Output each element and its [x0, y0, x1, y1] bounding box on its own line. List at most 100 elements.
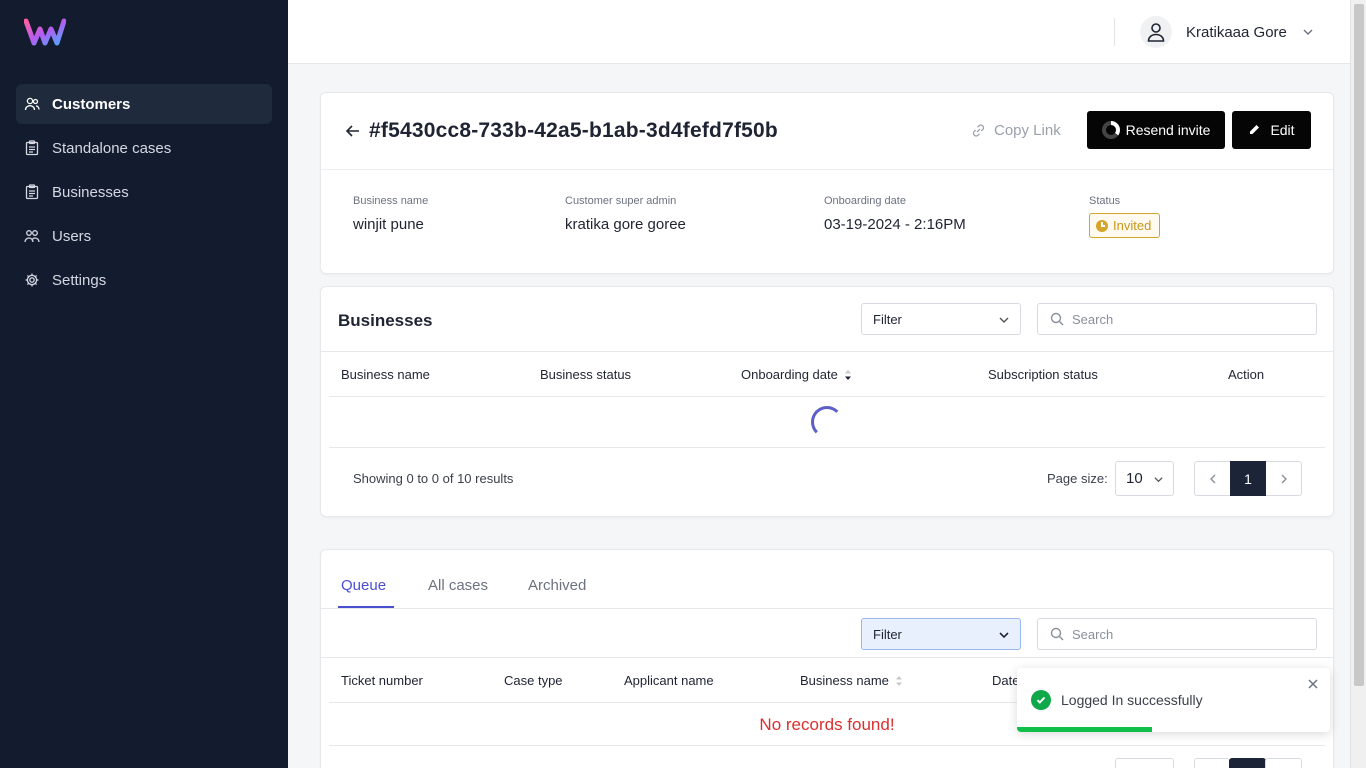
- field-label: Status: [1089, 195, 1121, 207]
- user-name[interactable]: Kratikaaa Gore: [1186, 24, 1287, 41]
- chevron-down-icon: [999, 317, 1009, 323]
- page-size-select[interactable]: 10: [1115, 461, 1174, 496]
- sidebar-item-users[interactable]: Users: [16, 216, 272, 256]
- field-customer-super-admin: Customer super admin kratika gore goree: [565, 195, 686, 233]
- back-arrow-icon[interactable]: [345, 123, 361, 139]
- sidebar-item-standalone-cases[interactable]: Standalone cases: [16, 128, 272, 168]
- page-number-button[interactable]: [1229, 758, 1266, 768]
- column-header-date: Date: [992, 673, 1019, 688]
- sidebar-item-label: Customers: [52, 95, 131, 113]
- tab-all-cases[interactable]: All cases: [428, 577, 488, 594]
- column-header-label: Onboarding date: [741, 367, 838, 382]
- edit-label: Edit: [1270, 122, 1295, 138]
- sidebar-item-label: Businesses: [52, 183, 129, 201]
- sidebar-item-label: Standalone cases: [52, 139, 172, 157]
- column-header-label: Business name: [800, 673, 889, 688]
- w-logo[interactable]: [24, 18, 66, 46]
- divider: [329, 396, 1325, 397]
- column-header-label: Business status: [540, 367, 632, 382]
- column-header-label: Subscription status: [988, 367, 1098, 382]
- toast-message: Logged In successfully: [1061, 692, 1203, 708]
- column-header-ticket-number: Ticket number: [341, 673, 423, 688]
- field-onboarding-date: Onboarding date 03-19-2024 - 2:16PM: [824, 195, 966, 233]
- column-header-label: Action: [1228, 367, 1265, 382]
- copy-link-label: Copy Link: [994, 122, 1061, 139]
- users-icon: [24, 96, 40, 112]
- page-title: #f5430cc8-733b-42a5-b1ab-3d4fefd7f50b: [369, 119, 778, 142]
- divider: [321, 657, 1333, 658]
- sidebar-item-customers[interactable]: Customers: [16, 84, 272, 124]
- sort-icon[interactable]: [844, 369, 852, 380]
- cases-card: Queue All cases Archived Filter Ticket n…: [320, 549, 1334, 768]
- close-icon[interactable]: [1307, 678, 1319, 690]
- sidebar-item-label: Settings: [52, 271, 107, 289]
- next-page-button[interactable]: [1265, 758, 1302, 768]
- column-header-business-status: Business status: [540, 367, 631, 382]
- toast-progress-bar: [1017, 727, 1152, 732]
- customer-detail-card: #f5430cc8-733b-42a5-b1ab-3d4fefd7f50b Co…: [320, 92, 1334, 274]
- pagination: 1: [1194, 461, 1302, 496]
- filter-select[interactable]: Filter: [861, 618, 1021, 650]
- loading-spinner: [811, 406, 843, 438]
- sidebar-nav: Customers Standalone cases Businesses Us…: [16, 84, 272, 304]
- filter-label: Filter: [873, 311, 902, 327]
- column-header-action: Action: [1228, 367, 1264, 382]
- field-value: kratika gore goree: [565, 216, 686, 233]
- field-label: Business name: [353, 195, 429, 207]
- page-size-label: Page size:: [1047, 471, 1108, 486]
- column-header-label: Date: [992, 673, 1020, 688]
- column-header-label: Case type: [504, 673, 563, 688]
- search-field[interactable]: [1037, 618, 1317, 650]
- page-scrollbar[interactable]: [1350, 0, 1366, 768]
- results-summary: Showing 0 to 0 of 10 results: [353, 471, 514, 486]
- sidebar-item-businesses[interactable]: Businesses: [16, 172, 272, 212]
- tab-queue[interactable]: Queue: [341, 577, 386, 594]
- clipboard-icon: [24, 140, 40, 156]
- column-header-label: Ticket number: [341, 673, 423, 688]
- resend-invite-button[interactable]: Resend invite: [1087, 111, 1225, 149]
- field-business-name: Business name winjit pune: [353, 195, 428, 233]
- search-icon: [1050, 627, 1064, 641]
- chevron-down-icon[interactable]: [1302, 26, 1314, 38]
- sidebar-item-settings[interactable]: Settings: [16, 260, 272, 300]
- divider: [329, 447, 1325, 448]
- scrollbar-thumb[interactable]: [1354, 4, 1364, 686]
- sort-icon[interactable]: [895, 675, 903, 686]
- resend-invite-label: Resend invite: [1125, 122, 1211, 138]
- users-icon: [24, 228, 40, 244]
- header-divider: [1114, 18, 1115, 46]
- search-field[interactable]: [1037, 303, 1317, 335]
- copy-link-button[interactable]: Copy Link: [971, 122, 1061, 139]
- status-badge-label: Invited: [1113, 218, 1152, 233]
- search-input[interactable]: [1072, 311, 1292, 327]
- sidebar-item-label: Users: [52, 227, 92, 245]
- gear-icon: [24, 272, 40, 288]
- column-header-onboarding-date[interactable]: Onboarding date: [741, 367, 852, 382]
- search-input[interactable]: [1072, 626, 1292, 642]
- column-header-case-type: Case type: [504, 673, 563, 688]
- clipboard-icon: [24, 184, 40, 200]
- page-size-value: 10: [1126, 470, 1143, 487]
- next-page-button[interactable]: [1266, 462, 1301, 495]
- previous-page-button[interactable]: [1194, 758, 1230, 768]
- page-size-select[interactable]: [1115, 758, 1174, 768]
- user-icon[interactable]: [1140, 16, 1172, 48]
- filter-label: Filter: [873, 626, 902, 642]
- chevron-right-icon: [1281, 474, 1287, 483]
- previous-page-button[interactable]: [1195, 462, 1230, 495]
- businesses-card: Businesses Filter Business name Business…: [320, 286, 1334, 517]
- filter-select[interactable]: Filter: [861, 303, 1021, 335]
- column-header-applicant-name: Applicant name: [624, 673, 714, 688]
- field-label: Customer super admin: [565, 195, 677, 207]
- column-header-business-name[interactable]: Business name: [800, 673, 903, 688]
- sidebar: Customers Standalone cases Businesses Us…: [0, 0, 288, 768]
- section-title: Businesses: [338, 311, 433, 330]
- check-circle-icon: [1031, 690, 1051, 710]
- column-header-label: Applicant name: [624, 673, 714, 688]
- edit-button[interactable]: Edit: [1232, 111, 1311, 149]
- page-number-button[interactable]: 1: [1230, 461, 1266, 496]
- chevron-down-icon: [1154, 477, 1163, 483]
- chevron-left-icon: [1209, 474, 1215, 483]
- tab-archived[interactable]: Archived: [528, 577, 586, 594]
- status-badge: Invited: [1089, 213, 1161, 238]
